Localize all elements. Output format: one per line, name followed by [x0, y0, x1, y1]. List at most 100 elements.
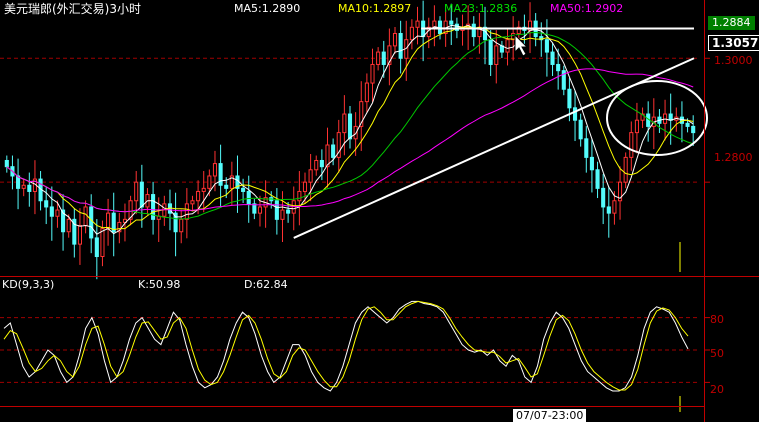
annotation-ellipse: [606, 80, 708, 156]
candle-body-4: [27, 184, 32, 192]
candle-body-35: [201, 187, 206, 192]
last-price-badge: 1.3057: [708, 35, 759, 51]
candle-16: [94, 219, 99, 280]
candle-body-18: [106, 212, 111, 230]
candle-92: [522, 14, 527, 46]
candle-body-65: [370, 63, 375, 84]
candle-body-102: [578, 119, 583, 140]
candle-body-39: [224, 184, 229, 189]
kd-level-50: 50: [710, 347, 724, 360]
candle-43: [246, 175, 251, 223]
candle-body-118: [668, 113, 673, 121]
candle-68: [387, 28, 392, 86]
candle-107: [606, 186, 611, 238]
candle-10: [61, 194, 66, 251]
candle-24: [139, 164, 144, 228]
kd-d-line: [3, 300, 689, 391]
candle-101: [572, 90, 578, 142]
candle-8: [49, 186, 54, 241]
candle-body-50: [286, 209, 291, 214]
candle-13: [77, 208, 82, 265]
candle-body-48: [274, 200, 279, 220]
candle-114: [646, 101, 651, 142]
candle-5: [32, 160, 37, 215]
candle-body-52: [297, 190, 302, 202]
candle-32: [184, 188, 189, 239]
kd-level-80: 80: [710, 313, 724, 326]
candle-body-70: [398, 32, 403, 59]
candle-33: [190, 195, 195, 210]
ma10-value: MA10:1.2897: [338, 2, 412, 15]
candle-69: [392, 26, 398, 54]
candle-body-104: [589, 156, 594, 171]
candle-73: [415, 6, 420, 45]
candle-0: [4, 155, 9, 173]
candle-body-61: [347, 113, 353, 140]
forex-chart-window[interactable]: 美元瑞郎(外汇交易)3小时 MA5:1.2890 MA10:1.2897 MA2…: [0, 0, 759, 422]
kd-k-line: [3, 300, 689, 392]
candle-60: [342, 95, 347, 156]
candle-body-58: [331, 144, 336, 158]
kd-title: KD(9,3,3): [2, 278, 55, 291]
candle-body-36: [207, 175, 212, 189]
candle-119: [674, 107, 679, 132]
candle-47: [269, 191, 274, 209]
price-label-1-3000: 1.3000: [714, 54, 753, 67]
candle-body-122: [691, 125, 696, 134]
candle-72: [409, 19, 414, 50]
candle-88: [499, 40, 504, 59]
candle-81: [460, 14, 465, 46]
candle-28: [162, 195, 167, 226]
candle-4: [27, 172, 32, 207]
candle-64: [364, 73, 369, 114]
candle-body-45: [257, 206, 263, 214]
candle-38: [218, 144, 223, 208]
candle-46: [263, 180, 268, 228]
ma5-value: MA5:1.2890: [234, 2, 301, 15]
candle-61: [347, 105, 353, 149]
candle-105: [595, 161, 600, 199]
candle-body-103: [584, 138, 589, 158]
candle-110: [623, 152, 628, 189]
candle-103: [584, 126, 589, 173]
candle-body-8: [49, 206, 54, 217]
candle-19: [111, 192, 116, 257]
candle-body-7: [44, 200, 49, 208]
candle-body-108: [612, 200, 617, 214]
candles-layer: [4, 0, 696, 280]
candle-body-89: [505, 39, 510, 53]
candle-body-111: [629, 132, 634, 158]
candle-14: [83, 200, 88, 234]
time-cursor-label: 07/07-23:00: [513, 409, 587, 422]
candle-body-34: [196, 190, 201, 202]
candle-75: [426, 17, 431, 49]
candle-body-0: [4, 159, 9, 168]
candle-89: [505, 28, 510, 66]
candle-40: [229, 161, 234, 206]
chart-canvas[interactable]: [0, 0, 759, 422]
candle-body-87: [494, 45, 499, 65]
candle-body-121: [685, 122, 690, 127]
candle-20: [117, 212, 122, 244]
cursor-price-badge: 1.2884: [708, 16, 755, 30]
candle-body-106: [601, 187, 606, 208]
candle-35: [201, 171, 206, 213]
candle-body-32: [184, 203, 189, 220]
candle-55: [314, 155, 319, 176]
candle-97: [550, 42, 555, 76]
candle-71: [404, 20, 409, 81]
candle-body-101: [572, 107, 578, 121]
candle-70: [398, 20, 403, 74]
candle-body-60: [342, 113, 347, 134]
candle-body-72: [409, 26, 414, 41]
candle-90: [511, 16, 516, 61]
candle-body-97: [550, 51, 555, 65]
price-label-1-2800: 1.2800: [714, 151, 753, 164]
candle-body-3: [21, 184, 26, 189]
candle-59: [336, 119, 341, 173]
candle-body-15: [89, 206, 94, 239]
candle-57: [325, 127, 330, 188]
candle-body-17: [100, 228, 105, 258]
candle-body-54: [308, 169, 313, 183]
candle-body-9: [55, 209, 60, 217]
